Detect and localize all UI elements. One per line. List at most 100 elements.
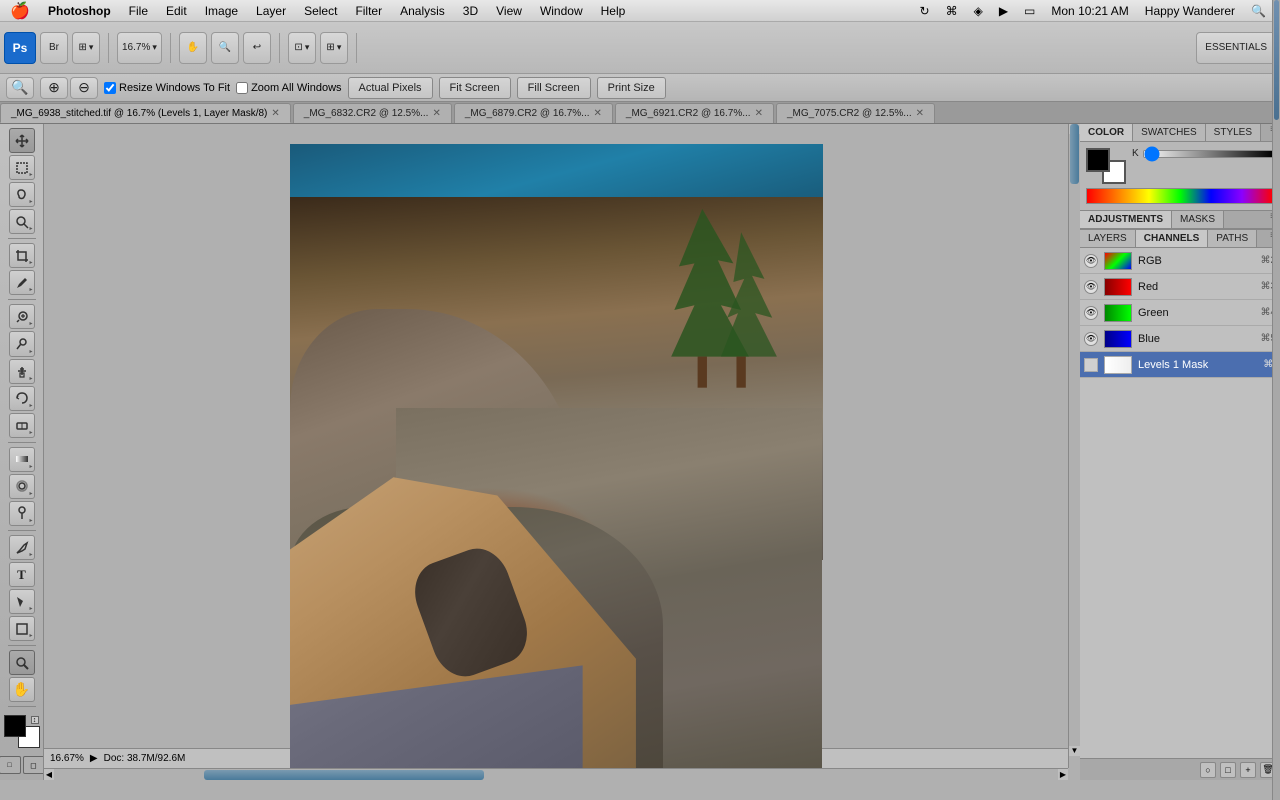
screen-mode[interactable]: ◻ <box>23 756 45 774</box>
k-slider[interactable] <box>1143 150 1274 158</box>
horizontal-scrollbar[interactable]: ◀ ▶ <box>44 768 1068 780</box>
foreground-color[interactable] <box>4 715 26 737</box>
marquee-tool[interactable]: ▸ <box>9 155 35 180</box>
workspace-btn[interactable]: ESSENTIALS <box>1196 32 1276 64</box>
dodge-tool[interactable]: ▸ <box>9 501 35 526</box>
crop-tool[interactable]: ▸ <box>9 243 35 268</box>
eye-blue[interactable]: 👁 <box>1084 332 1098 346</box>
zoom-out-btn[interactable]: ⊖ <box>70 77 98 99</box>
doc-tab-3[interactable]: _MG_6921.CR2 @ 16.7%... ✕ <box>615 103 774 123</box>
channel-row-red[interactable]: 👁 Red ⌘3 <box>1080 274 1280 300</box>
eye-rgb[interactable]: 👁 <box>1084 254 1098 268</box>
shape-tool[interactable]: ▸ <box>9 616 35 641</box>
doc-tab-2[interactable]: _MG_6879.CR2 @ 16.7%... ✕ <box>454 103 613 123</box>
zoom-level[interactable]: 16.7% ▾ <box>117 32 162 64</box>
menu-analysis[interactable]: Analysis <box>392 2 453 20</box>
mini-bridge-btn[interactable]: ⊞▾ <box>72 32 100 64</box>
doc-tab-close-2[interactable]: ✕ <box>594 108 602 119</box>
arrange-btn[interactable]: ⊞▾ <box>320 32 348 64</box>
vertical-scroll-thumb[interactable] <box>1070 124 1079 184</box>
resize-windows-input[interactable] <box>104 82 116 94</box>
doc-tab-1[interactable]: _MG_6832.CR2 @ 12.5%... ✕ <box>293 103 452 123</box>
menu-file[interactable]: File <box>121 2 156 20</box>
swatches-tab[interactable]: SWATCHES <box>1133 124 1206 141</box>
swap-colors[interactable]: ↕ <box>31 716 39 724</box>
hand-btn[interactable]: ✋ <box>9 677 35 702</box>
load-channel-btn[interactable]: ○ <box>1200 762 1216 778</box>
zoom-all-windows-checkbox[interactable]: Zoom All Windows <box>236 82 341 94</box>
hand-tool-btn[interactable]: ✋ <box>179 32 207 64</box>
vertical-scrollbar[interactable]: ▲ ▼ <box>1068 124 1080 768</box>
paths-sub-tab[interactable]: PATHS <box>1208 230 1257 247</box>
color-picker[interactable]: ↕ <box>4 715 40 748</box>
menu-help[interactable]: Help <box>593 2 634 20</box>
brush-tool[interactable]: ▸ <box>9 331 35 356</box>
channel-row-blue[interactable]: 👁 Blue ⌘5 <box>1080 326 1280 352</box>
doc-tab-4[interactable]: _MG_7075.CR2 @ 12.5%... ✕ <box>776 103 935 123</box>
type-tool[interactable]: T <box>9 562 35 587</box>
horizontal-scroll-thumb[interactable] <box>204 770 484 780</box>
screen-mode-btn[interactable]: ⊡▾ <box>288 32 316 64</box>
menu-layer[interactable]: Layer <box>248 2 294 20</box>
channel-row-green[interactable]: 👁 Green ⌘4 <box>1080 300 1280 326</box>
blur-tool[interactable]: ▸ <box>9 474 35 499</box>
foreground-swatch[interactable] <box>1086 148 1110 172</box>
menu-select[interactable]: Select <box>296 2 345 20</box>
menu-filter[interactable]: Filter <box>347 2 390 20</box>
styles-tab[interactable]: STYLES <box>1206 124 1261 141</box>
zoom-all-input[interactable] <box>236 82 248 94</box>
scroll-left-btn[interactable]: ◀ <box>44 769 54 780</box>
eyedropper-tool[interactable]: ▸ <box>9 270 35 295</box>
actual-pixels-btn[interactable]: Actual Pixels <box>348 77 433 99</box>
adjustments-tab[interactable]: ADJUSTMENTS <box>1080 211 1172 228</box>
color-spectrum[interactable] <box>1086 188 1274 204</box>
menu-image[interactable]: Image <box>197 2 246 20</box>
resize-windows-checkbox[interactable]: Resize Windows To Fit <box>104 82 230 94</box>
doc-tab-close-0[interactable]: ✕ <box>271 108 279 119</box>
pen-tool[interactable]: ▸ <box>9 535 35 560</box>
clone-stamp-tool[interactable]: ▸ <box>9 359 35 384</box>
eye-mask-empty[interactable] <box>1084 358 1098 372</box>
bridge-btn[interactable]: Br <box>40 32 68 64</box>
masks-tab[interactable]: MASKS <box>1172 211 1224 228</box>
search-icon[interactable]: 🔍 <box>1247 4 1270 18</box>
menu-view[interactable]: View <box>488 2 530 20</box>
app-name[interactable]: Photoshop <box>40 2 119 20</box>
rotate-tool-btn[interactable]: ↩ <box>243 32 271 64</box>
gradient-tool[interactable]: ▸ <box>9 447 35 472</box>
doc-tab-close-3[interactable]: ✕ <box>755 108 763 119</box>
canvas-image[interactable] <box>290 144 823 768</box>
lasso-tool[interactable]: ▸ <box>9 182 35 207</box>
move-tool[interactable] <box>9 128 35 153</box>
channels-sub-tab[interactable]: CHANNELS <box>1136 230 1209 247</box>
status-arrow[interactable]: ▶ <box>90 753 98 764</box>
doc-tab-close-4[interactable]: ✕ <box>916 108 924 119</box>
zoom-in-btn[interactable]: ⊕ <box>40 77 68 99</box>
apple-menu[interactable]: 🍎 <box>0 1 40 21</box>
history-brush-tool[interactable]: ▸ <box>9 386 35 411</box>
healing-brush-tool[interactable]: ▸ <box>9 304 35 329</box>
save-channel-btn[interactable]: □ <box>1220 762 1236 778</box>
user-name[interactable]: Happy Wanderer <box>1141 4 1239 18</box>
menu-edit[interactable]: Edit <box>158 2 195 20</box>
new-channel-btn[interactable]: + <box>1240 762 1256 778</box>
print-size-btn[interactable]: Print Size <box>597 77 666 99</box>
eraser-tool[interactable]: ▸ <box>9 413 35 438</box>
eye-green[interactable]: 👁 <box>1084 306 1098 320</box>
scroll-right-btn[interactable]: ▶ <box>1058 769 1068 780</box>
fill-screen-btn[interactable]: Fill Screen <box>517 77 591 99</box>
doc-tab-0[interactable]: _MG_6938_stitched.tif @ 16.7% (Levels 1,… <box>0 103 291 123</box>
tool-options-icon[interactable]: 🔍 <box>6 77 34 99</box>
fit-screen-btn[interactable]: Fit Screen <box>439 77 511 99</box>
menu-3d[interactable]: 3D <box>455 2 486 20</box>
layers-sub-tab[interactable]: LAYERS <box>1080 230 1136 247</box>
zoom-btn-active[interactable] <box>9 650 35 675</box>
color-tab[interactable]: COLOR <box>1080 124 1133 141</box>
scroll-down-btn[interactable]: ▼ <box>1069 746 1080 756</box>
channel-row-rgb[interactable]: 👁 RGB ⌘2 <box>1080 248 1280 274</box>
channels-scrollbar[interactable] <box>1272 0 1280 800</box>
quick-select-tool[interactable]: ▸ <box>9 209 35 234</box>
doc-tab-close-1[interactable]: ✕ <box>432 108 440 119</box>
path-select-tool[interactable]: ▸ <box>9 589 35 614</box>
channel-row-levels-mask[interactable]: Levels 1 Mask ⌘\ <box>1080 352 1280 378</box>
